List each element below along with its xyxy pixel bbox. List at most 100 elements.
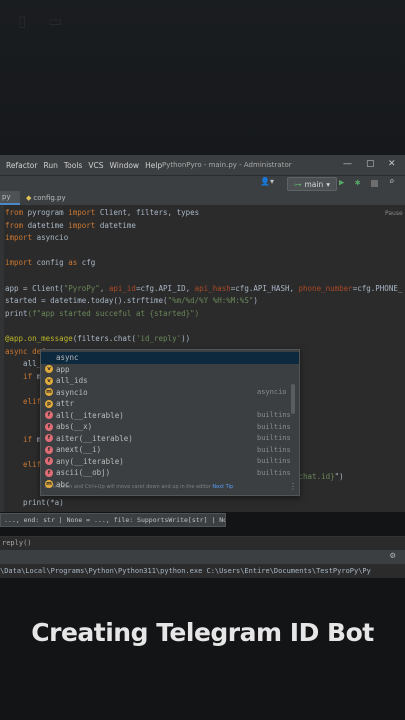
code-token: import — [5, 233, 37, 243]
code-token: import — [5, 258, 37, 268]
code-token: asyncio — [36, 233, 69, 243]
code-token: config — [36, 258, 69, 268]
code-token: =cfg.API_ID, — [135, 283, 195, 293]
breadcrumb-label: reply() — [2, 539, 32, 547]
close-icon[interactable]: ✕ — [388, 159, 396, 169]
menu-item-vcs[interactable]: VCS — [88, 161, 103, 170]
code-token: ) — [59, 497, 64, 507]
code-token: app = Client( — [5, 283, 64, 293]
code-token: ") — [334, 472, 344, 482]
function-breadcrumb[interactable]: reply() — [0, 536, 405, 551]
completion-type: builtins — [257, 434, 291, 443]
code-token: print( — [5, 497, 51, 507]
completion-item[interactable]: f aiter(__iterable) builtins — [41, 433, 299, 445]
code-token: elif — [5, 396, 42, 406]
completion-label: ascii(__obj) — [56, 468, 111, 478]
code-line: print(*a) — [5, 497, 402, 510]
completion-label: all(__iterable) — [56, 410, 124, 420]
completion-item[interactable]: f abs(__x) builtins — [41, 421, 299, 433]
code-token: datetime — [99, 220, 136, 230]
code-line: @app.on_message(filters.chat('id_reply')… — [5, 333, 402, 346]
code-token: datetime — [27, 220, 69, 230]
code-token: "%m/%d/%Y %H:%M:%S" — [167, 296, 254, 306]
completion-item[interactable]: async — [41, 352, 299, 364]
completion-popup[interactable]: Ctrl+Down and Ctrl+Up will move caret do… — [40, 349, 300, 496]
blurred-icon-2: ▭ — [48, 12, 63, 30]
function-icon: f — [45, 411, 53, 420]
menu-bar: Refactor Run Tools VCS Window Help PythonPyro … — [0, 155, 405, 175]
tab-config[interactable]: ◆ config.py — [26, 191, 76, 205]
tab-main[interactable]: py — [0, 191, 20, 205]
code-token: (f"app started succeful at {started}") — [27, 308, 200, 318]
completion-item[interactable]: f anext(__i) builtins — [41, 444, 299, 456]
completion-label: anext(__i) — [56, 445, 102, 455]
completion-item[interactable]: f ascii(__obj) builtins — [41, 467, 299, 479]
completion-label: aiter(__iterable) — [56, 433, 133, 443]
completion-type: builtins — [257, 457, 291, 466]
code-line: app = Client("PyroPy", api_id=cfg.API_ID… — [5, 283, 402, 296]
python-file-icon: ◆ — [26, 194, 32, 202]
run-panel-header: ⚙ — [0, 550, 405, 564]
menu-item-help[interactable]: Help — [145, 161, 162, 170]
search-icon[interactable]: ⌕ — [389, 177, 394, 187]
paused-label: Pause — [385, 210, 403, 217]
branch-name: main — [304, 179, 324, 189]
code-token: =cfg.API_HASH, — [230, 283, 299, 293]
completion-label: abc — [56, 479, 70, 489]
function-icon: f — [45, 457, 53, 466]
menu-item-refactor[interactable]: Refactor — [6, 161, 37, 170]
code-token: all_ — [5, 359, 42, 369]
gear-icon[interactable]: ⚙ — [390, 551, 395, 561]
debug-icon[interactable]: ✱ — [355, 178, 360, 188]
code-token: "PyroPy" — [63, 283, 100, 293]
completion-item[interactable]: p attr — [41, 398, 299, 410]
completion-label: any(__iterable) — [56, 456, 124, 466]
stop-icon[interactable] — [371, 180, 378, 187]
video-lower-area — [0, 578, 405, 720]
code-token: =cfg.PHONE_ — [352, 283, 403, 293]
variable-icon: p — [45, 399, 53, 408]
tab-label: config.py — [33, 194, 66, 202]
completion-item[interactable]: f all(__iterable) builtins — [41, 410, 299, 422]
function-icon: f — [45, 422, 53, 431]
console-line: \Data\Local\Programs\Python\Python311\py… — [0, 567, 371, 575]
code-line: started = datetime.today().strftime("%m/… — [5, 295, 402, 308]
maximize-icon[interactable]: ▢ — [366, 159, 375, 169]
completion-item[interactable]: m asyncio asyncio — [41, 387, 299, 399]
menu-item-run[interactable]: Run — [43, 161, 57, 170]
code-token: api_id — [108, 283, 136, 293]
completion-item[interactable]: f any(__iterable) builtins — [41, 456, 299, 468]
completion-label: all_ids — [56, 376, 88, 386]
completion-item[interactable]: v app — [41, 364, 299, 376]
completion-label: asyncio — [56, 387, 88, 397]
editor-gutter — [0, 205, 4, 512]
code-token: api_hash — [194, 283, 231, 293]
completion-label: abs(__x) — [56, 422, 93, 432]
code-line: from pyrogram import Client, filters, ty… — [5, 207, 402, 220]
code-token: 'id_reply' — [135, 333, 182, 343]
code-token: )) — [181, 333, 191, 343]
menu-item-tools[interactable]: Tools — [64, 161, 82, 170]
branch-selector[interactable]: ⊶ main ▾ — [287, 177, 338, 191]
run-icon[interactable]: ▶ — [339, 178, 344, 188]
completion-item[interactable]: m abc — [41, 479, 299, 491]
variable-icon: m — [45, 388, 53, 397]
code-line: import config as cfg — [5, 257, 402, 270]
code-token: *a — [50, 497, 60, 507]
completion-label: async — [56, 353, 79, 363]
user-icon[interactable]: 👤▾ — [260, 177, 274, 186]
completion-label: app — [56, 364, 70, 374]
minimize-icon[interactable]: — — [343, 159, 352, 169]
menu-item-window[interactable]: Window — [109, 161, 139, 170]
code-token: as — [68, 258, 82, 268]
code-token: started = datetime.today().strftime( — [5, 296, 168, 306]
function-icon: f — [45, 468, 53, 477]
completion-item[interactable]: v all_ids — [41, 375, 299, 387]
blurred-icon: ▯ — [18, 12, 28, 30]
completion-type: builtins — [257, 445, 291, 454]
code-token: pyrogram — [27, 208, 69, 217]
console-output: \Data\Local\Programs\Python\Python311\py… — [0, 564, 405, 578]
